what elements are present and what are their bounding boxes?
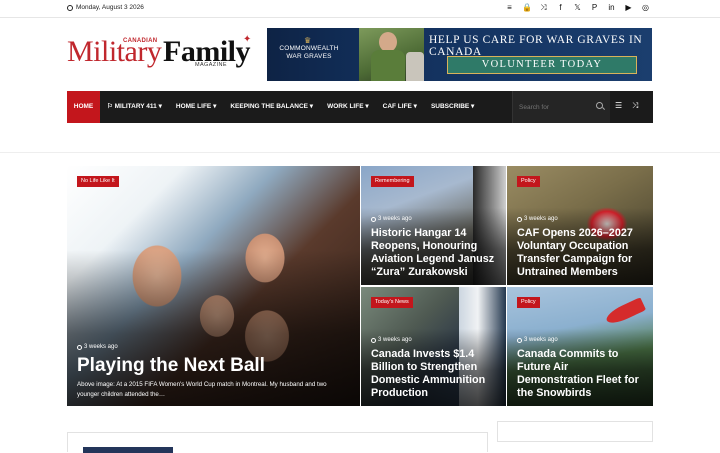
banner-person xyxy=(379,32,397,52)
post-time: 3 weeks ago xyxy=(378,337,412,343)
category-badge[interactable]: Policy xyxy=(517,297,540,308)
post-time: 3 weeks ago xyxy=(84,344,118,350)
search-box xyxy=(512,91,610,123)
content-section xyxy=(67,432,488,453)
nav-item-home[interactable]: HOME xyxy=(67,91,100,123)
nav-label: KEEPING THE BALANCE xyxy=(230,103,308,110)
post-time: 3 weeks ago xyxy=(524,337,558,343)
top-icons: ≡ 🔒 ⤨ f 𝕏 P in ▶ ◎ xyxy=(505,3,650,13)
post-meta: 3 weeks ago xyxy=(371,216,412,222)
category-badge[interactable]: Remembering xyxy=(371,176,414,187)
shuffle-icon[interactable]: ⤨ xyxy=(539,3,548,13)
featured-card-main[interactable]: No Life Like It 3 weeks ago Playing the … xyxy=(67,166,360,406)
banner-gravestone xyxy=(406,52,424,81)
main-navigation: HOME ⚐ MILITARY 411 ▾ HOME LIFE ▾ KEEPIN… xyxy=(67,91,653,123)
post-time: 3 weeks ago xyxy=(378,216,412,222)
nav-item-caf-life[interactable]: CAF LIFE ▾ xyxy=(376,91,424,123)
post-meta: 3 weeks ago xyxy=(371,337,412,343)
logo-magazine: MAGAZINE xyxy=(195,62,227,68)
nav-item-work-life[interactable]: WORK LIFE ▾ xyxy=(320,91,376,123)
nav-item-keeping-the-balance[interactable]: KEEPING THE BALANCE ▾ xyxy=(223,91,320,123)
banner-person-body xyxy=(371,50,405,81)
post-title[interactable]: Canada Commits to Future Air Demonstrati… xyxy=(517,348,645,400)
post-title[interactable]: Canada Invests $1.4 Billion to Strengthe… xyxy=(371,348,498,400)
nav-label: MILITARY 411 xyxy=(114,103,157,110)
clock-icon xyxy=(371,337,376,343)
nav-label: CAF LIFE xyxy=(382,103,412,110)
facebook-icon[interactable]: f xyxy=(556,3,565,13)
nav-label: HOME LIFE xyxy=(175,103,212,110)
featured-card[interactable]: Policy 3 weeks ago CAF Opens 2026–2027 V… xyxy=(507,166,653,285)
post-title[interactable]: CAF Opens 2026–2027 Voluntary Occupation… xyxy=(517,227,645,279)
post-meta: 3 weeks ago xyxy=(77,344,118,350)
current-date: Monday, August 3 2026 xyxy=(67,4,144,11)
clock-icon xyxy=(517,216,522,222)
nav-label: SUBSCRIBE xyxy=(430,103,470,110)
section-heading-bar xyxy=(83,447,173,453)
post-time: 3 weeks ago xyxy=(524,216,558,222)
volunteer-button[interactable]: VOLUNTEER TODAY xyxy=(447,56,637,74)
banner-org: COMMONWEALTH WAR GRAVES xyxy=(279,45,339,60)
search-input[interactable] xyxy=(519,101,591,113)
featured-grid: No Life Like It 3 weeks ago Playing the … xyxy=(67,166,653,406)
nav-item-subscribe[interactable]: SUBSCRIBE ▾ xyxy=(424,91,481,123)
instagram-icon[interactable]: ◎ xyxy=(641,3,650,13)
site-logo[interactable]: Military CANADIAN Family ✦ MAGAZINE xyxy=(67,34,255,72)
post-excerpt: Above image: At a 2015 FIFA Women's Worl… xyxy=(77,381,327,398)
post-title[interactable]: Historic Hangar 14 Reopens, Honouring Av… xyxy=(371,227,498,279)
maple-leaf-icon: ✦ xyxy=(243,34,252,45)
search-icon[interactable] xyxy=(596,102,603,109)
nav-label: WORK LIFE xyxy=(327,103,364,110)
top-bar: Monday, August 3 2026 ≡ 🔒 ⤨ f 𝕏 P in ▶ ◎ xyxy=(0,0,720,18)
post-meta: 3 weeks ago xyxy=(517,337,558,343)
lock-icon[interactable]: 🔒 xyxy=(522,3,532,13)
divider xyxy=(0,152,720,153)
menu-icon[interactable]: ≡ xyxy=(505,3,514,13)
clock-icon xyxy=(517,337,522,343)
featured-card[interactable]: Remembering 3 weeks ago Historic Hangar … xyxy=(361,166,506,285)
volunteer-banner-ad[interactable]: ♛ COMMONWEALTH WAR GRAVES HELP US CARE F… xyxy=(267,28,652,81)
clock-icon xyxy=(371,216,376,222)
category-badge[interactable]: No Life Like It xyxy=(77,176,119,187)
featured-card[interactable]: Policy 3 weeks ago Canada Commits to Fut… xyxy=(507,287,653,406)
category-badge[interactable]: Today's News xyxy=(371,297,413,308)
post-meta: 3 weeks ago xyxy=(517,216,558,222)
hamburger-menu-icon[interactable]: ☰ xyxy=(615,102,625,110)
sidebar-widget xyxy=(497,421,653,442)
youtube-icon[interactable]: ▶ xyxy=(624,3,633,13)
linkedin-icon[interactable]: in xyxy=(607,3,616,13)
clock-icon xyxy=(77,344,82,350)
clock-icon xyxy=(67,4,73,11)
x-icon[interactable]: 𝕏 xyxy=(573,3,582,13)
banner-headline: HELP US CARE FOR WAR GRAVES IN CANADA xyxy=(429,34,643,58)
random-article-icon[interactable]: ⤨ xyxy=(632,101,642,110)
crest-icon: ♛ xyxy=(304,36,312,45)
nav-item-military-411[interactable]: ⚐ MILITARY 411 ▾ xyxy=(100,91,169,123)
post-title[interactable]: Playing the Next Ball xyxy=(77,355,352,377)
logo-canadian: CANADIAN xyxy=(123,38,158,44)
featured-card[interactable]: Today's News 3 weeks ago Canada Invests … xyxy=(361,287,506,406)
flag-icon: ⚐ xyxy=(107,103,115,110)
pinterest-icon[interactable]: P xyxy=(590,3,599,13)
category-badge[interactable]: Policy xyxy=(517,176,540,187)
date-text: Monday, August 3 2026 xyxy=(76,4,144,11)
nav-item-home-life[interactable]: HOME LIFE ▾ xyxy=(169,91,223,123)
